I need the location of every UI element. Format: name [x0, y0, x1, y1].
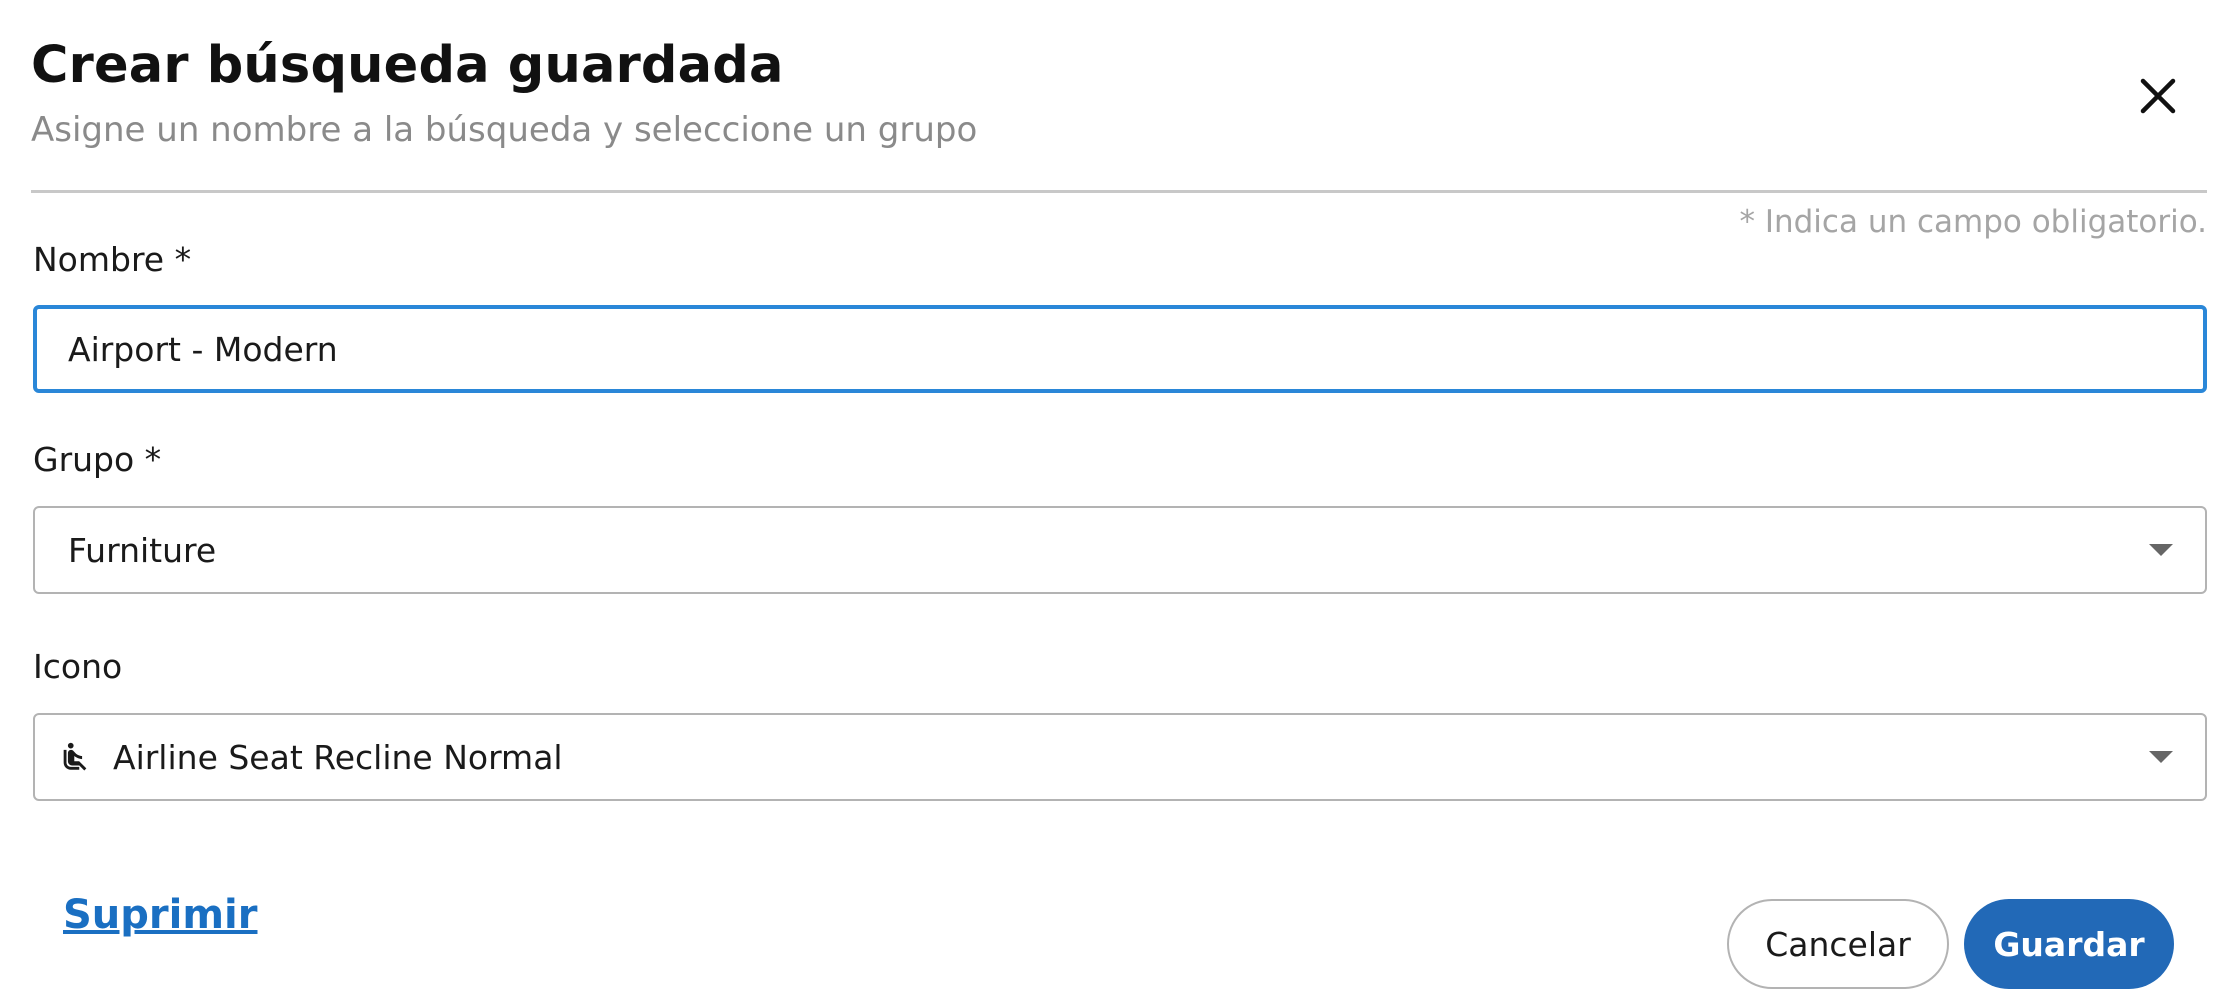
delete-link[interactable]: Suprimir: [63, 892, 257, 938]
dialog-title: Crear búsqueda guardada: [31, 36, 784, 95]
group-select[interactable]: Furniture: [33, 506, 2207, 594]
name-label: Nombre *: [33, 240, 192, 279]
group-select-value: Furniture: [68, 530, 217, 570]
dialog-subtitle: Asigne un nombre a la búsqueda y selecci…: [31, 110, 978, 150]
airline-seat-recline-normal-icon: [55, 737, 95, 777]
icon-label: Icono: [33, 647, 123, 686]
header-divider: [31, 190, 2207, 193]
icon-select[interactable]: Airline Seat Recline Normal: [33, 713, 2207, 801]
required-field-note: * Indica un campo obligatorio.: [1739, 204, 2207, 240]
save-button[interactable]: Guardar: [1964, 899, 2174, 989]
name-input-wrapper: [33, 305, 2207, 393]
cancel-button[interactable]: Cancelar: [1727, 899, 1949, 989]
close-button[interactable]: [2130, 68, 2186, 124]
group-label: Grupo *: [33, 440, 162, 479]
icon-select-value: Airline Seat Recline Normal: [113, 737, 563, 777]
caret-down-icon: [2149, 544, 2173, 556]
close-icon: [2140, 78, 2176, 114]
save-search-dialog: Crear búsqueda guardada Asigne un nombre…: [0, 0, 2237, 1001]
caret-down-icon: [2149, 751, 2173, 763]
name-input[interactable]: [37, 309, 2203, 389]
